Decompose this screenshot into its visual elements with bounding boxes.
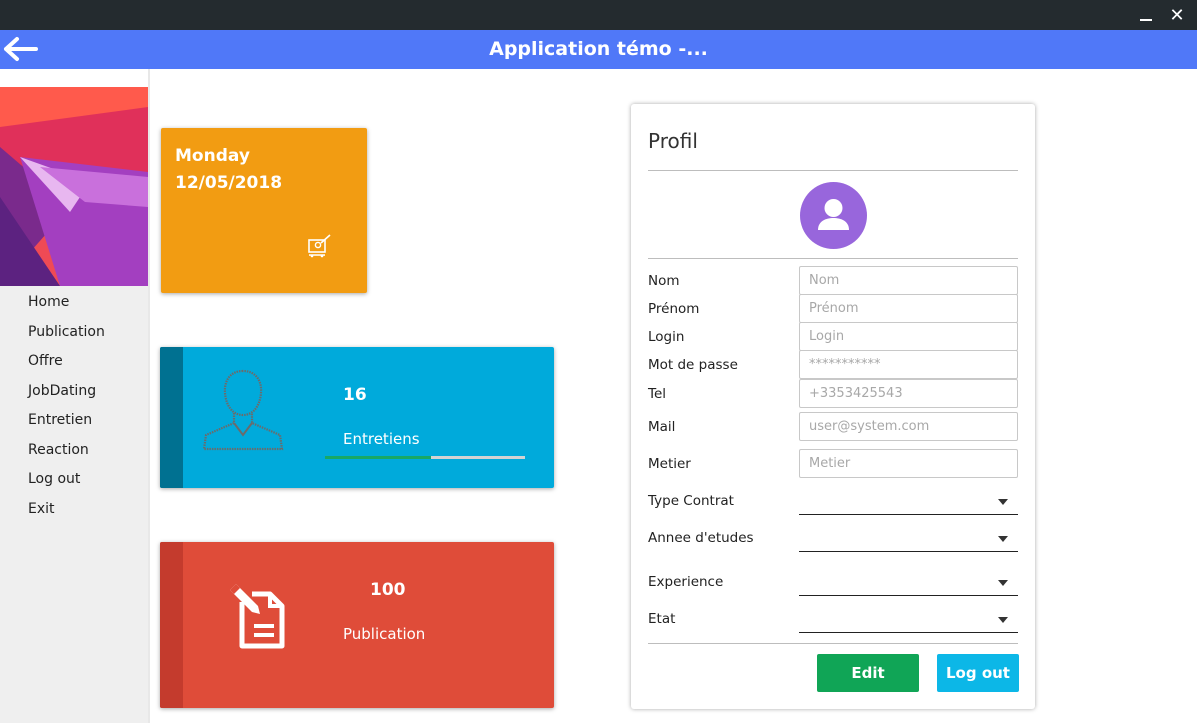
divider <box>648 258 1018 259</box>
profile-title: Profil <box>648 129 698 153</box>
tel-label: Tel <box>648 386 667 402</box>
sidebar-menu: Home Publication Offre JobDating Entreti… <box>0 291 148 527</box>
sidebar: Home Publication Offre JobDating Entreti… <box>0 69 148 723</box>
date-label: 12/05/2018 <box>175 173 283 193</box>
user-avatar-icon <box>800 182 867 249</box>
password-label: Mot de passe <box>648 357 738 373</box>
chevron-down-icon <box>998 617 1008 623</box>
entretiens-count: 16 <box>343 385 367 405</box>
prenom-field[interactable] <box>799 294 1018 323</box>
mail-field[interactable] <box>799 412 1018 441</box>
metier-label: Metier <box>648 456 691 472</box>
nom-label: Nom <box>648 273 680 289</box>
card-accent-strip <box>160 347 183 488</box>
minimize-icon[interactable] <box>1133 2 1159 28</box>
divider <box>648 643 1018 644</box>
login-label: Login <box>648 329 685 345</box>
publication-count: 100 <box>370 580 406 600</box>
experience-select[interactable] <box>799 572 1018 596</box>
mail-label: Mail <box>648 419 676 435</box>
sidebar-item-reaction[interactable]: Reaction <box>0 439 148 469</box>
close-icon[interactable]: ✕ <box>1164 2 1190 28</box>
divider <box>648 170 1018 171</box>
document-edit-icon <box>226 582 288 654</box>
password-field[interactable] <box>799 350 1018 379</box>
experience-label: Experience <box>648 574 724 590</box>
entretiens-progress-bar <box>325 456 525 459</box>
annee-etudes-select[interactable] <box>799 528 1018 552</box>
sidebar-item-jobdating[interactable]: JobDating <box>0 380 148 410</box>
entretiens-card[interactable]: 16 Entretiens <box>160 347 554 488</box>
logout-button[interactable]: Log out <box>937 654 1019 692</box>
sidebar-banner-image <box>0 87 148 286</box>
login-field[interactable] <box>799 322 1018 351</box>
tel-field[interactable] <box>799 379 1018 408</box>
chevron-down-icon <box>998 499 1008 505</box>
entretiens-label: Entretiens <box>343 430 420 448</box>
window-titlebar: ✕ <box>0 0 1197 30</box>
chevron-down-icon <box>998 580 1008 586</box>
calendar-edit-icon <box>306 232 334 260</box>
nom-field[interactable] <box>799 266 1018 295</box>
type-contrat-label: Type Contrat <box>648 493 734 509</box>
publication-card[interactable]: 100 Publication <box>160 542 554 708</box>
annee-etudes-label: Annee d'etudes <box>648 530 754 546</box>
prenom-label: Prénom <box>648 301 700 317</box>
sidebar-divider <box>148 69 150 723</box>
profile-panel: Profil Nom Prénom Login Mot de passe Tel… <box>631 104 1035 709</box>
edit-button[interactable]: Edit <box>817 654 919 692</box>
etat-select[interactable] <box>799 609 1018 633</box>
metier-field[interactable] <box>799 449 1018 478</box>
app-title: Application témo -... <box>489 38 708 60</box>
sidebar-item-logout[interactable]: Log out <box>0 468 148 498</box>
card-accent-strip <box>160 542 183 708</box>
date-card: Monday 12/05/2018 <box>161 128 367 293</box>
sidebar-item-exit[interactable]: Exit <box>0 498 148 528</box>
progress-fill <box>325 456 431 459</box>
day-label: Monday <box>175 146 250 166</box>
sidebar-spacer <box>0 69 148 87</box>
person-outline-icon <box>200 365 286 455</box>
sidebar-item-publication[interactable]: Publication <box>0 321 148 351</box>
sidebar-item-entretien[interactable]: Entretien <box>0 409 148 439</box>
app-header: Application témo -... <box>0 30 1197 69</box>
type-contrat-select[interactable] <box>799 491 1018 515</box>
sidebar-item-home[interactable]: Home <box>0 291 148 321</box>
etat-label: Etat <box>648 611 676 627</box>
sidebar-item-offre[interactable]: Offre <box>0 350 148 380</box>
publication-label: Publication <box>343 625 426 643</box>
chevron-down-icon <box>998 536 1008 542</box>
